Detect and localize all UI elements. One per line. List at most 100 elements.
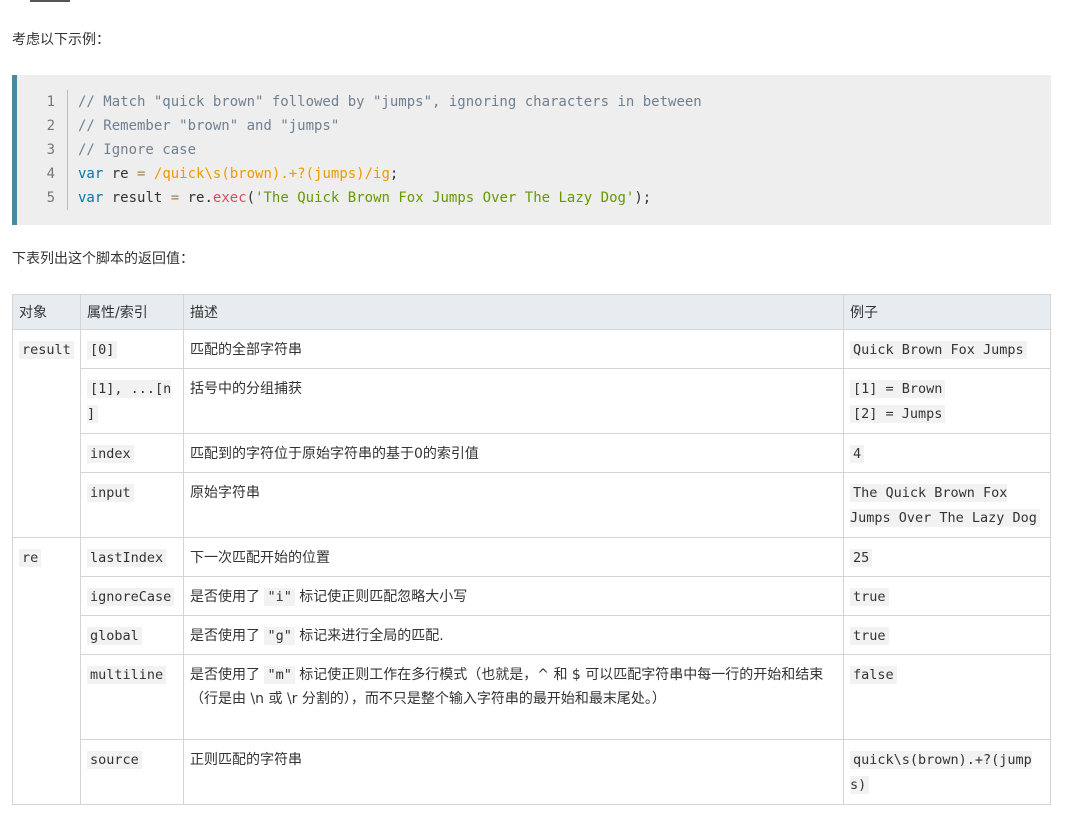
code-text: // Remember "brown" and "jumps" — [78, 118, 339, 134]
line-number: 2 — [46, 118, 55, 134]
code-token: 'The Quick Brown Fox Jumps Over The Lazy… — [255, 190, 635, 206]
desc-text: 是否使用了 — [190, 628, 265, 644]
desc-cell: 是否使用了 "g" 标记来进行全局的匹配. — [183, 615, 844, 655]
prop-code: lastIndex — [87, 549, 167, 567]
code-token: // Ignore case — [78, 142, 197, 158]
code-text: var result = re.exec('The Quick Brown Fo… — [78, 190, 651, 206]
prop-code: [0] — [87, 341, 118, 359]
line-number: 3 — [46, 142, 55, 158]
desc-text: 是否使用了 — [190, 589, 265, 605]
example-cell: Quick Brown Fox Jumps — [843, 329, 1051, 369]
line-number-divider — [67, 90, 78, 114]
object-name: result — [19, 341, 74, 359]
example-cell: false — [843, 654, 1051, 740]
prop-cell: input — [80, 472, 184, 538]
code-token: . — [204, 190, 213, 206]
flag-code: "i" — [264, 588, 295, 606]
flag-code: "g" — [264, 627, 295, 645]
table-row: re lastIndex 下一次匹配开始的位置 25 — [12, 537, 1051, 805]
header-description: 描述 — [183, 294, 844, 330]
code-token: re — [179, 190, 205, 206]
example-cell: true — [843, 615, 1051, 655]
line-number-divider — [67, 138, 78, 162]
example-code: false — [850, 666, 897, 684]
table-row: index 匹配到的字符位于原始字符串的基于0的索引值 4 — [13, 433, 1051, 473]
example-code: [2] = Jumps — [850, 405, 946, 423]
code-token: ); — [634, 190, 652, 206]
code-line: 4 var re = /quick\s(brown).+?(jumps)/ig; — [17, 162, 1051, 186]
line-number-divider — [67, 186, 78, 210]
example-cell: true — [843, 576, 1051, 616]
code-token: /quick\s(brown).+?(jumps)/ig — [153, 166, 390, 182]
desc-cell: 下一次匹配开始的位置 — [183, 537, 844, 577]
table-row: global 是否使用了 "g" 标记来进行全局的匹配. true — [13, 615, 1051, 655]
prop-code: [1], ...[n ] — [87, 380, 172, 423]
code-token: // Match "quick brown" followed by "jump… — [78, 94, 702, 110]
code-token: exec — [212, 190, 247, 206]
object-name: re — [19, 549, 42, 567]
header-example: 例子 — [843, 294, 1051, 330]
table-row: [1], ...[n ] 括号中的分组捕获 [1] = Brown [2] = J… — [13, 368, 1051, 434]
header-object: 对象 — [12, 294, 81, 330]
table-row: result [0] 匹配的全部字符串 Quick Brown Fox Jump… — [12, 329, 1051, 538]
example-cell: 25 — [843, 537, 1051, 577]
prop-code: index — [87, 445, 134, 463]
example-code: true — [850, 627, 889, 645]
code-line: 1 // Match "quick brown" followed by "jum… — [17, 90, 1051, 114]
line-number: 4 — [46, 166, 55, 182]
code-text: var re = /quick\s(brown).+?(jumps)/ig; — [78, 166, 398, 182]
return-values-table: 对象 属性/索引 描述 例子 result [0] 匹配的全部字符串 Quick… — [12, 294, 1051, 805]
prop-cell: lastIndex — [80, 537, 184, 577]
prop-cell: multiline — [80, 654, 184, 740]
code-line: 3 // Ignore case — [17, 138, 1051, 162]
table-row: multiline 是否使用了 "m" 标记使正则工作在多行模式（也就是，^ 和… — [13, 654, 1051, 740]
prop-code: input — [87, 484, 134, 502]
desc-text: 标记来进行全局的匹配. — [294, 628, 444, 644]
desc-cell: 是否使用了 "m" 标记使正则工作在多行模式（也就是，^ 和 $ 可以匹配字符串… — [183, 654, 844, 740]
table-row: source 正则匹配的字符串 quick\s(brown).+?(jumps) — [13, 739, 1051, 805]
desc-cell: 正则匹配的字符串 — [183, 739, 844, 805]
code-token: var — [78, 190, 104, 206]
code-token: var — [78, 166, 104, 182]
example-cell: quick\s(brown).+?(jumps) — [843, 739, 1051, 805]
code-token: = — [170, 190, 180, 206]
table-header-row: 对象 属性/索引 描述 例子 — [12, 294, 1051, 330]
desc-cell: 原始字符串 — [183, 472, 844, 538]
prop-code: source — [87, 751, 142, 769]
table-row: ignoreCase 是否使用了 "i" 标记使正则匹配忽略大小写 true — [13, 576, 1051, 616]
intro-paragraph: 考虑以下示例： — [12, 32, 110, 48]
flag-code: "m" — [264, 666, 295, 684]
table-row: input 原始字符串 The Quick Brown Fox Jumps Ov… — [13, 472, 1051, 538]
table-intro-paragraph: 下表列出这个脚本的返回值： — [12, 251, 194, 267]
code-token: ; — [389, 166, 399, 182]
desc-text: 是否使用了 — [190, 667, 265, 683]
example-code: true — [850, 588, 889, 606]
example-code: [1] = Brown — [850, 380, 946, 398]
code-line: 2 // Remember "brown" and "jumps" — [17, 114, 1051, 138]
desc-cell: 匹配到的字符位于原始字符串的基于0的索引值 — [183, 433, 844, 473]
example-code: Quick Brown Fox Jumps — [850, 341, 1027, 359]
code-token: re — [103, 166, 138, 182]
example-code: 4 — [850, 445, 865, 463]
example-cell: 4 — [843, 433, 1051, 473]
code-line: 5 var result = re.exec('The Quick Brown F… — [17, 186, 1051, 210]
example-code: The Quick Brown Fox Jumps Over The Lazy … — [850, 484, 1040, 527]
prop-cell: source — [80, 739, 184, 805]
desc-cell: 匹配的全部字符串 — [183, 329, 844, 369]
line-number: 1 — [46, 94, 55, 110]
code-token: // Remember "brown" and "jumps" — [78, 118, 340, 134]
desc-text: 标记使正则匹配忽略大小写 — [294, 589, 468, 605]
header-property: 属性/索引 — [80, 294, 184, 330]
prop-cell: [1], ...[n ] — [80, 368, 184, 434]
prop-code: ignoreCase — [87, 588, 175, 606]
prop-cell: ignoreCase — [80, 576, 184, 616]
code-token: result — [103, 190, 171, 206]
example-code: 25 — [850, 549, 873, 567]
prop-cell: index — [80, 433, 184, 473]
code-token: ( — [246, 190, 256, 206]
example-code: quick\s(brown).+?(jumps) — [850, 751, 1032, 794]
example-cell: [1] = Brown [2] = Jumps — [843, 368, 1051, 434]
heading-fragment — [30, 0, 70, 2]
prop-code: multiline — [87, 666, 167, 684]
